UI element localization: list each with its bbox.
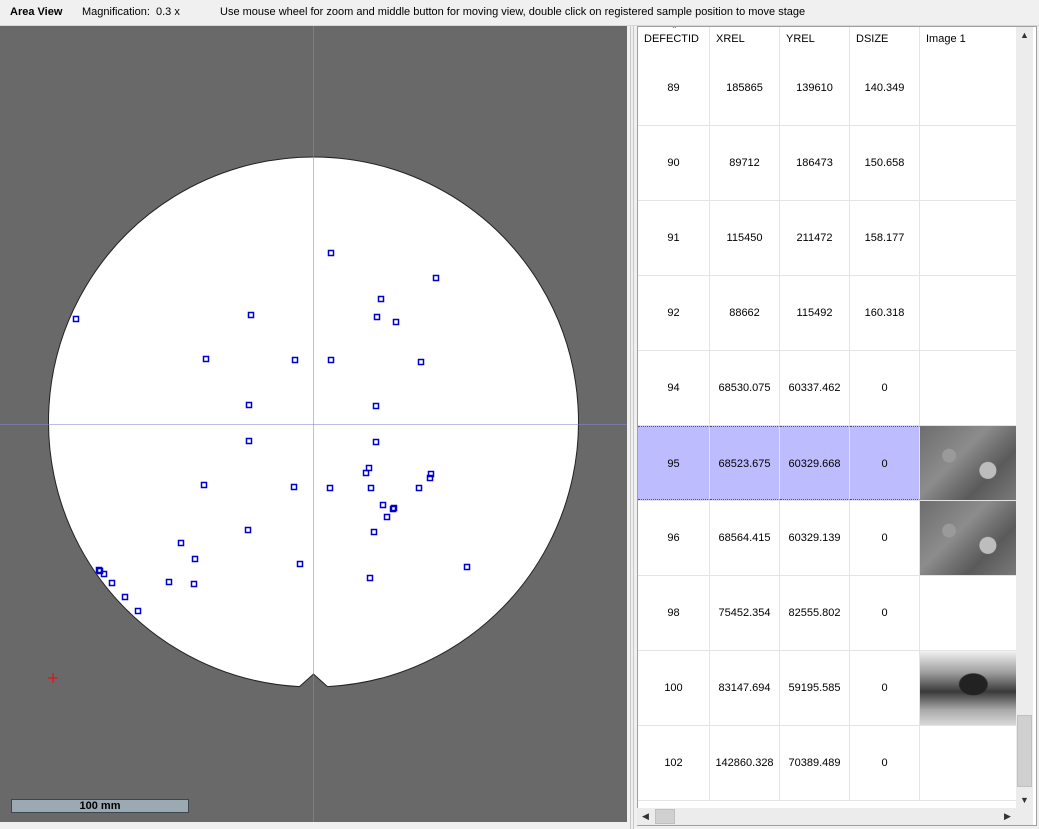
defect-table[interactable]: ⌃ DEFECTID XREL YREL DSIZE Image 1 89 185… (637, 26, 1037, 826)
cell-defectid: 91 (638, 201, 710, 275)
cell-dsize: 0 (850, 501, 920, 575)
table-row[interactable]: 91 115450 211472 158.177 (638, 201, 1018, 276)
cell-defectid: 90 (638, 126, 710, 200)
table-row[interactable]: 100 83147.694 59195.585 0 (638, 651, 1018, 726)
view-title: Area View (10, 6, 63, 18)
table-row[interactable]: 102 142860.328 70389.489 0 (638, 726, 1018, 801)
cell-dsize: 0 (850, 426, 920, 500)
cell-xrel: 75452.354 (710, 576, 780, 650)
vertical-scroll-thumb[interactable] (1017, 715, 1032, 787)
magnification-label: Magnification: (82, 6, 150, 18)
cell-xrel: 89712 (710, 126, 780, 200)
cell-dsize: 140.349 (850, 51, 920, 125)
table-row[interactable]: 89 185865 139610 140.349 (638, 51, 1018, 126)
cell-defectid: 98 (638, 576, 710, 650)
cell-dsize: 158.177 (850, 201, 920, 275)
column-header-yrel[interactable]: YREL (780, 27, 850, 51)
cell-defectid: 95 (638, 426, 710, 500)
cell-dsize: 160.318 (850, 276, 920, 350)
defect-image-thumbnail[interactable] (920, 651, 1017, 725)
cell-xrel: 142860.328 (710, 726, 780, 800)
horizontal-scrollbar[interactable]: ◀ ▶ (637, 808, 1016, 825)
column-header-image1[interactable]: Image 1 (920, 27, 1018, 51)
panel-splitter[interactable] (628, 26, 636, 829)
cell-dsize: 0 (850, 726, 920, 800)
cell-yrel: 115492 (780, 276, 850, 350)
table-row[interactable]: 92 88662 115492 160.318 (638, 276, 1018, 351)
table-row[interactable]: 98 75452.354 82555.802 0 (638, 576, 1018, 651)
cell-xrel: 88662 (710, 276, 780, 350)
toolbar: Area View Magnification: 0.3 x Use mouse… (0, 0, 1039, 26)
horizontal-scroll-thumb[interactable] (655, 809, 675, 824)
table-row[interactable]: 90 89712 186473 150.658 (638, 126, 1018, 201)
usage-hint: Use mouse wheel for zoom and middle butt… (220, 6, 806, 18)
scroll-up-icon[interactable]: ▲ (1016, 27, 1033, 44)
table-row[interactable]: 94 68530.075 60337.462 0 (638, 351, 1018, 426)
cell-yrel: 60329.668 (780, 426, 850, 500)
vertical-scrollbar[interactable]: ▲ ▼ (1016, 27, 1033, 809)
cell-yrel: 60337.462 (780, 351, 850, 425)
cell-yrel: 70389.489 (780, 726, 850, 800)
cell-yrel: 60329.139 (780, 501, 850, 575)
scroll-down-icon[interactable]: ▼ (1016, 792, 1033, 809)
cell-xrel: 68530.075 (710, 351, 780, 425)
cell-yrel: 186473 (780, 126, 850, 200)
cell-yrel: 211472 (780, 201, 850, 275)
cell-defectid: 102 (638, 726, 710, 800)
cell-defectid: 92 (638, 276, 710, 350)
cell-yrel: 82555.802 (780, 576, 850, 650)
cell-dsize: 0 (850, 576, 920, 650)
table-row[interactable]: 96 68564.415 60329.139 0 (638, 501, 1018, 576)
magnification-value: 0.3 x (156, 6, 180, 18)
sort-ascending-icon: ⌃ (671, 26, 678, 34)
cell-defectid: 96 (638, 501, 710, 575)
stage-position-marker (48, 673, 58, 683)
area-view-canvas[interactable]: 100 mm (0, 26, 627, 822)
cell-dsize: 0 (850, 351, 920, 425)
column-header-dsize[interactable]: DSIZE (850, 27, 920, 51)
table-header: ⌃ DEFECTID XREL YREL DSIZE Image 1 (638, 27, 1018, 51)
wafer-map[interactable] (0, 26, 627, 822)
cell-xrel: 83147.694 (710, 651, 780, 725)
table-row[interactable]: 95 68523.675 60329.668 0 (638, 426, 1018, 501)
status-strip (0, 822, 628, 829)
scroll-left-icon[interactable]: ◀ (637, 808, 654, 825)
cell-dsize: 0 (850, 651, 920, 725)
column-header-defectid[interactable]: ⌃ DEFECTID (638, 27, 710, 51)
cell-yrel: 59195.585 (780, 651, 850, 725)
cell-yrel: 139610 (780, 51, 850, 125)
cell-xrel: 68523.675 (710, 426, 780, 500)
scrollbar-corner (1016, 808, 1033, 825)
cell-defectid: 100 (638, 651, 710, 725)
cell-defectid: 89 (638, 51, 710, 125)
column-header-xrel[interactable]: XREL (710, 27, 780, 51)
cell-dsize: 150.658 (850, 126, 920, 200)
cell-defectid: 94 (638, 351, 710, 425)
cell-xrel: 115450 (710, 201, 780, 275)
cell-xrel: 185865 (710, 51, 780, 125)
scale-bar: 100 mm (11, 799, 189, 813)
cell-xrel: 68564.415 (710, 501, 780, 575)
scroll-right-icon[interactable]: ▶ (999, 808, 1016, 825)
defect-image-thumbnail[interactable] (920, 501, 1017, 575)
defect-image-thumbnail[interactable] (920, 426, 1017, 500)
